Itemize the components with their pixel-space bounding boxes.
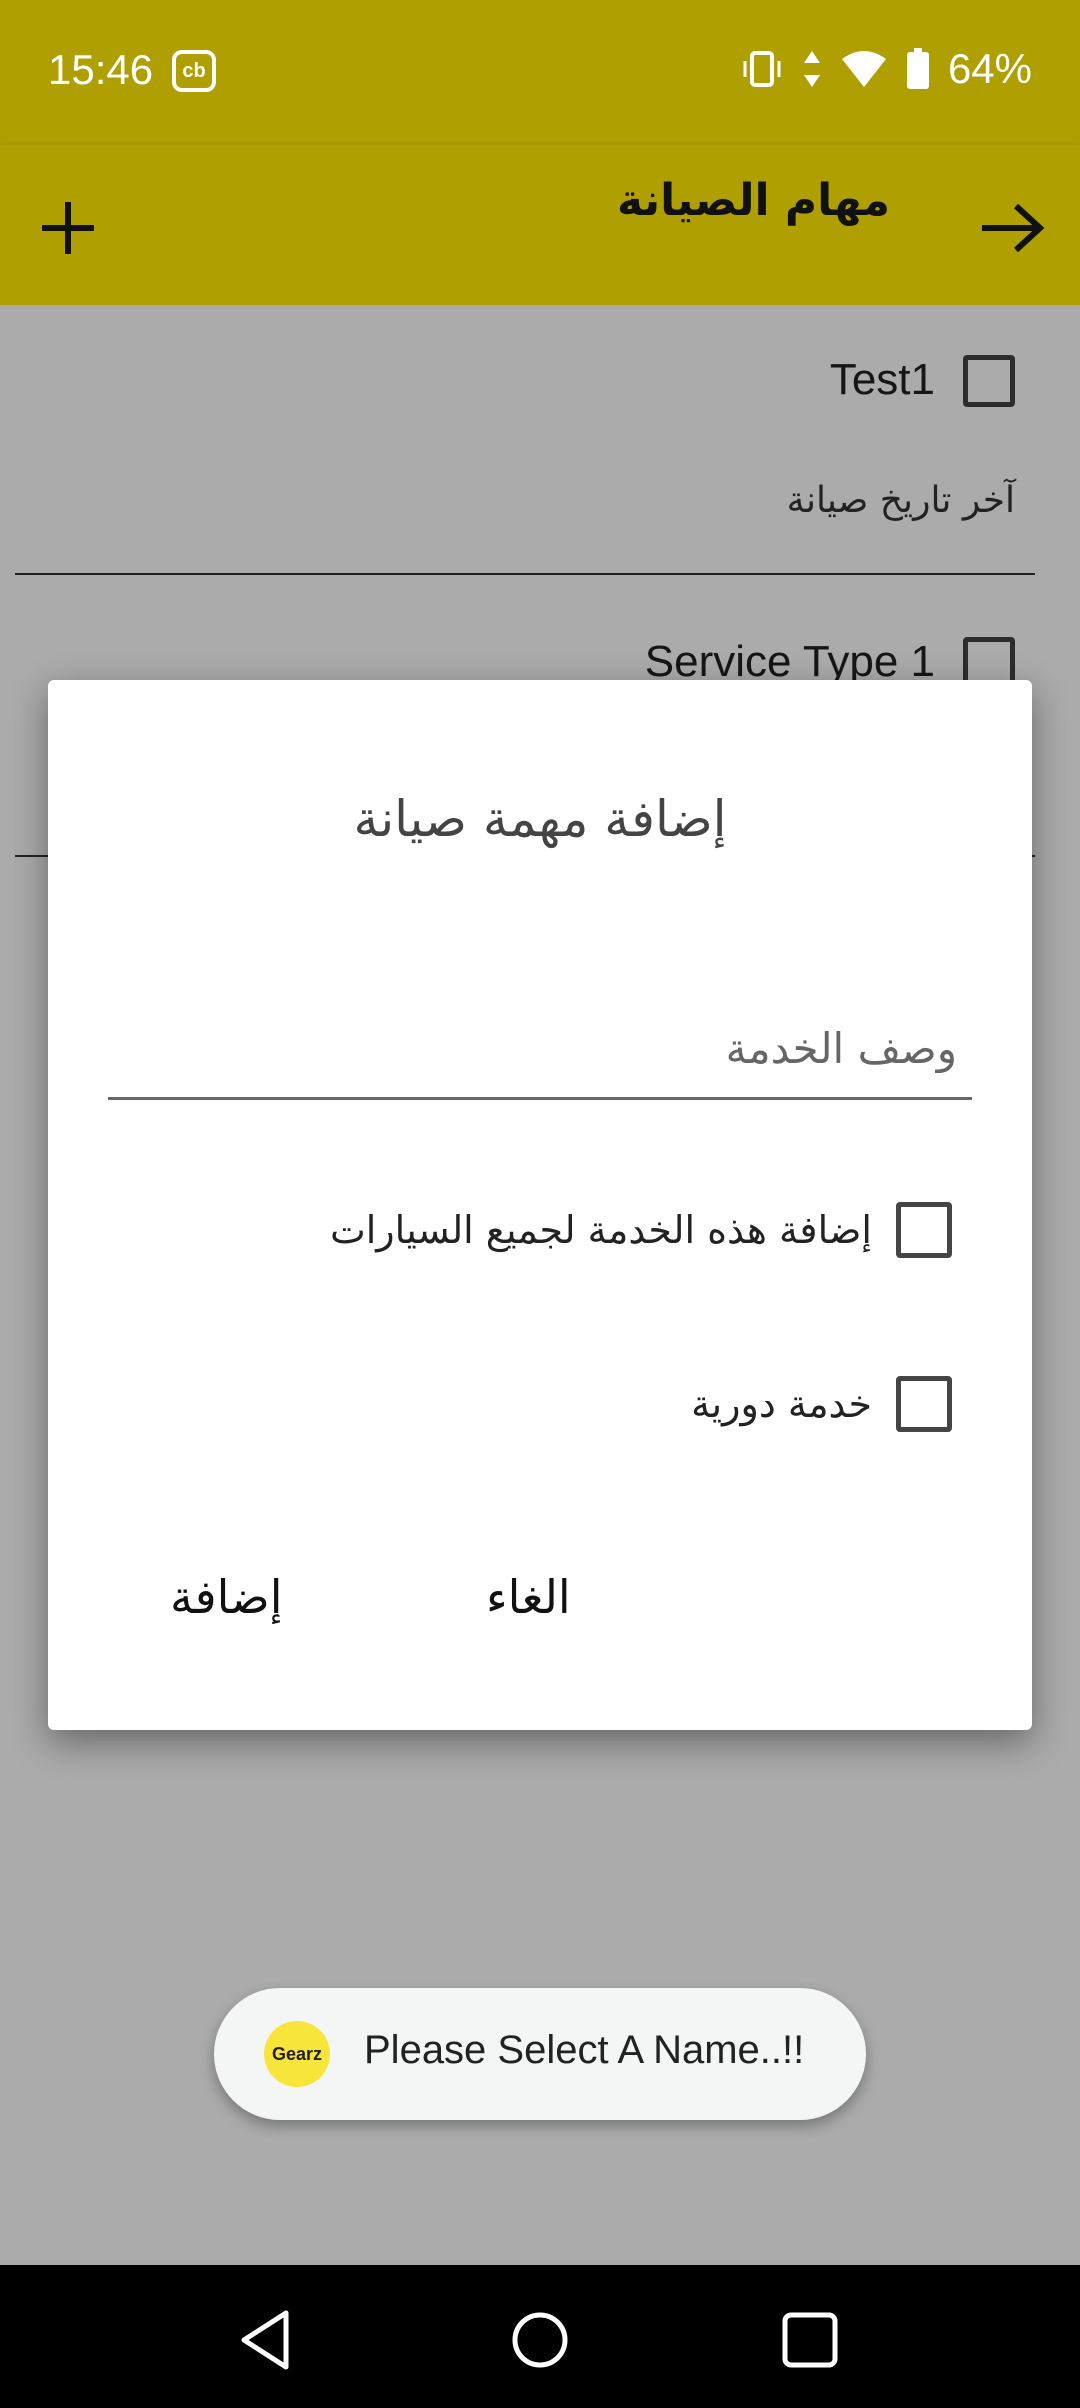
toast-message: Please Select A Name..!! bbox=[364, 2028, 805, 2072]
wifi-icon bbox=[841, 51, 886, 87]
nav-bar bbox=[0, 2265, 1080, 2408]
dialog-title: إضافة مهمة صيانة bbox=[353, 790, 727, 848]
vibrate-icon bbox=[743, 51, 781, 87]
battery-percent: 64% bbox=[947, 45, 1032, 92]
data-arrows-icon bbox=[803, 51, 820, 87]
all-cars-label: إضافة هذه الخدمة لجميع السيارات bbox=[329, 1208, 872, 1252]
cancel-button[interactable]: الغاء bbox=[486, 1570, 571, 1624]
arrow-right-icon bbox=[982, 203, 1045, 253]
gearz-logo: Gearz bbox=[264, 2021, 330, 2087]
screen: 15:46 cb 64% مهام الصيانة Test1 آخر تاري… bbox=[0, 0, 1080, 2408]
toast: Gearz Please Select A Name..!! bbox=[214, 1988, 866, 2120]
add-button[interactable] bbox=[30, 190, 106, 266]
service-description-input[interactable] bbox=[108, 1000, 972, 1100]
page-title: مهام الصيانة bbox=[616, 175, 890, 226]
all-cars-checkbox[interactable] bbox=[896, 1202, 952, 1258]
add-task-dialog: إضافة مهمة صيانة إضافة هذه الخدمة لجميع … bbox=[48, 680, 1032, 1730]
status-bar: 15:46 cb 64% bbox=[0, 0, 1080, 145]
home-nav-icon[interactable] bbox=[505, 2305, 575, 2375]
periodic-checkbox[interactable] bbox=[896, 1376, 952, 1432]
back-nav-icon[interactable] bbox=[234, 2305, 304, 2375]
back-button[interactable] bbox=[970, 190, 1050, 266]
plus-icon bbox=[42, 202, 94, 254]
recents-nav-icon[interactable] bbox=[775, 2305, 845, 2375]
status-time: 15:46 bbox=[48, 46, 154, 93]
periodic-option-row[interactable]: خدمة دورية bbox=[691, 1374, 952, 1434]
add-button-dialog[interactable]: إضافة bbox=[170, 1570, 283, 1624]
periodic-label: خدمة دورية bbox=[691, 1382, 872, 1426]
app-bar: مهام الصيانة bbox=[0, 145, 1080, 305]
all-cars-option-row[interactable]: إضافة هذه الخدمة لجميع السيارات bbox=[330, 1200, 952, 1260]
cb-notification-icon: cb bbox=[172, 50, 216, 92]
battery-icon bbox=[906, 48, 929, 89]
status-icons: 64% bbox=[740, 44, 1032, 94]
